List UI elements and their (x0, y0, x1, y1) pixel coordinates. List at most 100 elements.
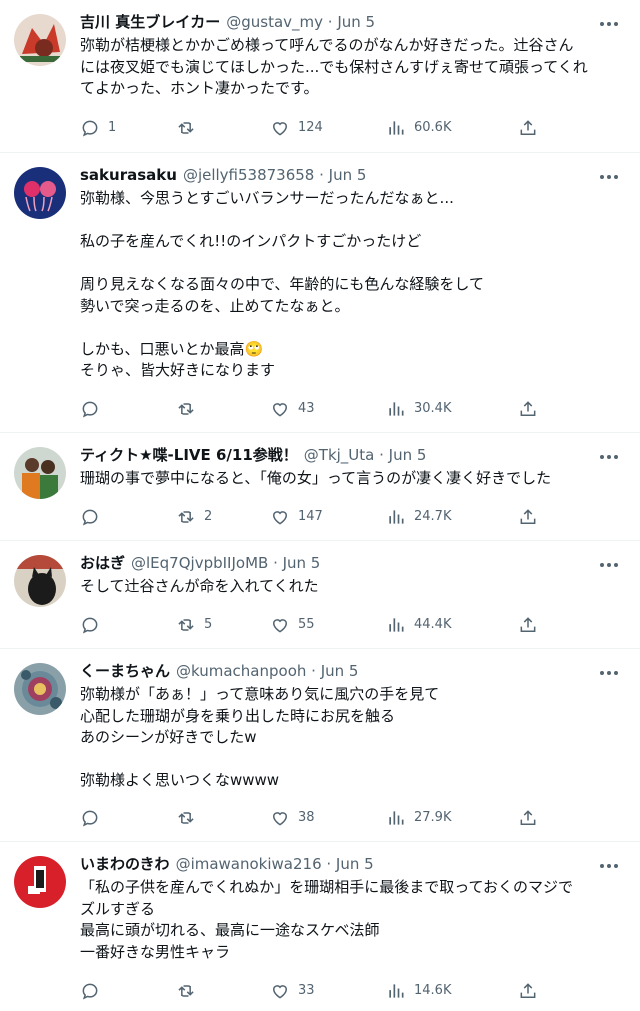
share-button[interactable] (518, 979, 538, 1003)
share-icon (520, 617, 536, 632)
tweet-text: 「私の子供を産んでくれぬか」を珊瑚相手に最後まで取っておくのマジで ズルすぎる … (80, 878, 574, 961)
action-bar: 38 27.9K (80, 806, 560, 830)
retweet-count: 2 (204, 509, 213, 524)
avatar[interactable] (14, 447, 66, 499)
avatar[interactable] (14, 856, 66, 908)
share-button[interactable] (518, 505, 538, 529)
display-name[interactable]: くーまちゃん (80, 661, 170, 681)
tweet-2[interactable]: ティクト★喋-LIVE 6/11参戦！ @Tkj_Uta · Jun 5 珊瑚の事… (0, 433, 640, 541)
handle-date[interactable]: @gustav_my · Jun 5 (226, 12, 375, 32)
display-name[interactable]: ティクト★喋-LIVE 6/11参戦！ (80, 445, 298, 465)
like-button[interactable]: 43 (270, 397, 315, 421)
share-button[interactable] (518, 806, 538, 830)
tweet-5[interactable]: いまわのきわ @imawanokiwa216 · Jun 5 「私の子供を産んでく… (0, 842, 640, 1011)
reply-button[interactable]: 1 (80, 116, 116, 140)
view-count: 60.6K (414, 120, 452, 135)
reply-icon (82, 983, 98, 1000)
view-count: 24.7K (414, 509, 452, 524)
views-icon (389, 984, 404, 998)
reply-icon (82, 810, 98, 827)
avatar[interactable] (14, 167, 66, 219)
tweet-1[interactable]: sakurasaku @jellyfi53873658 · Jun 5 弥勒様、今… (0, 153, 640, 433)
retweet-count: 5 (204, 617, 213, 632)
reply-button[interactable] (80, 505, 108, 529)
views-icon (389, 510, 404, 524)
reply-icon (82, 617, 98, 634)
like-count: 38 (298, 810, 315, 825)
retweet-button[interactable] (176, 397, 204, 421)
share-button[interactable] (518, 397, 538, 421)
retweet-button[interactable]: 5 (176, 613, 212, 637)
like-count: 43 (298, 401, 315, 416)
avatar[interactable] (14, 14, 66, 66)
display-name[interactable]: 吉川 真生ブレイカー (80, 12, 220, 32)
tweet-0[interactable]: 吉川 真生ブレイカー @gustav_my · Jun 5 弥勒が桔梗様とかかごめ… (0, 0, 640, 153)
tweet-text: 弥勒様が「あぁ！」って意味あり気に風穴の手を見て 心配した珊瑚が身を乗り出した時… (80, 685, 440, 789)
more-options-icon[interactable] (596, 167, 626, 187)
avatar[interactable] (14, 555, 66, 607)
display-name[interactable]: おはぎ (80, 553, 125, 573)
action-bar: 33 14.6K (80, 979, 560, 1003)
like-button[interactable]: 55 (270, 613, 315, 637)
action-bar: 5 55 44.4K (80, 613, 560, 637)
like-button[interactable]: 124 (270, 116, 323, 140)
retweet-button[interactable]: 2 (176, 505, 212, 529)
share-icon (520, 983, 536, 998)
reply-button[interactable] (80, 397, 108, 421)
tweet-3[interactable]: おはぎ @lEq7QjvpbIIJoMB · Jun 5 そして辻谷さんが命を入れ… (0, 541, 640, 649)
retweet-icon (178, 122, 194, 134)
heart-icon (272, 985, 288, 999)
tweet-feed: 吉川 真生ブレイカー @gustav_my · Jun 5 弥勒が桔梗様とかかごめ… (0, 0, 640, 1011)
tweet-text: 珊瑚の事で夢中になると、「俺の女」って言うのが凄く凄く好きでした (80, 469, 552, 487)
views-button[interactable]: 44.4K (386, 613, 451, 637)
view-count: 44.4K (414, 617, 452, 632)
like-button[interactable]: 147 (270, 505, 323, 529)
avatar[interactable] (14, 663, 66, 715)
more-options-icon[interactable] (596, 14, 626, 34)
handle-date[interactable]: @Tkj_Uta · Jun 5 (304, 445, 427, 465)
reply-icon (82, 401, 98, 418)
views-button[interactable]: 24.7K (386, 505, 451, 529)
more-options-icon[interactable] (596, 447, 626, 467)
view-count: 27.9K (414, 810, 452, 825)
reply-icon (82, 509, 98, 526)
views-icon (389, 121, 404, 135)
tweet-4[interactable]: くーまちゃん @kumachanpooh · Jun 5 弥勒様が「あぁ！」って意… (0, 649, 640, 842)
retweet-icon (178, 985, 194, 997)
views-button[interactable]: 27.9K (386, 806, 451, 830)
view-count: 14.6K (414, 983, 452, 998)
handle-date[interactable]: @jellyfi53873658 · Jun 5 (183, 165, 366, 185)
display-name[interactable]: いまわのきわ (80, 854, 170, 874)
retweet-button[interactable] (176, 116, 204, 140)
reply-button[interactable] (80, 806, 108, 830)
heart-icon (272, 812, 288, 826)
views-icon (389, 811, 404, 825)
retweet-button[interactable] (176, 979, 204, 1003)
like-count: 55 (298, 617, 315, 632)
retweet-icon (178, 619, 194, 631)
handle-date[interactable]: @kumachanpooh · Jun 5 (176, 661, 358, 681)
share-icon (520, 401, 536, 416)
handle-date[interactable]: @imawanokiwa216 · Jun 5 (176, 854, 374, 874)
retweet-button[interactable] (176, 806, 204, 830)
like-button[interactable]: 38 (270, 806, 315, 830)
share-button[interactable] (518, 116, 538, 140)
share-button[interactable] (518, 613, 538, 637)
heart-icon (272, 403, 288, 417)
reply-button[interactable] (80, 979, 108, 1003)
views-icon (389, 618, 404, 632)
views-button[interactable]: 60.6K (386, 116, 451, 140)
like-button[interactable]: 33 (270, 979, 315, 1003)
retweet-icon (178, 812, 194, 824)
views-button[interactable]: 30.4K (386, 397, 451, 421)
like-count: 124 (298, 120, 323, 135)
share-icon (520, 120, 536, 135)
reply-button[interactable] (80, 613, 108, 637)
handle-date[interactable]: @lEq7QjvpbIIJoMB · Jun 5 (131, 553, 320, 573)
more-options-icon[interactable] (596, 555, 626, 575)
display-name[interactable]: sakurasaku (80, 165, 177, 185)
heart-icon (272, 511, 288, 525)
views-button[interactable]: 14.6K (386, 979, 451, 1003)
more-options-icon[interactable] (596, 856, 626, 876)
more-options-icon[interactable] (596, 663, 626, 683)
